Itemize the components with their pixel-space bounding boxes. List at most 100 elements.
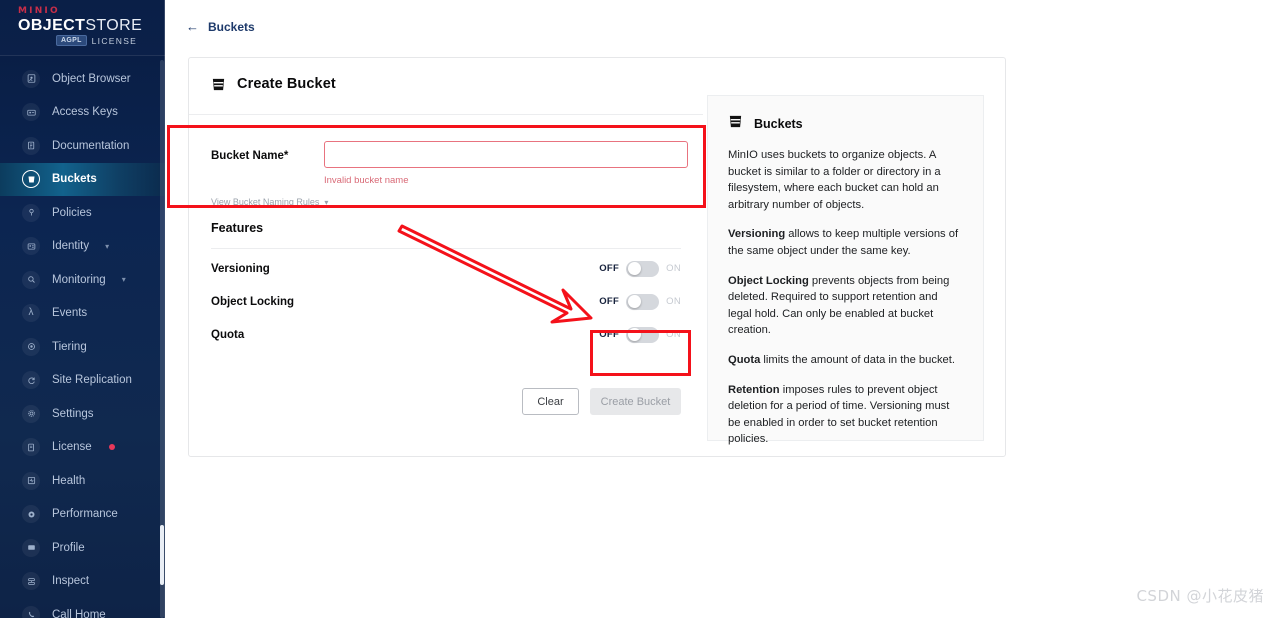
clear-button[interactable]: Clear [522,388,579,415]
sidebar-item-site-replication[interactable]: Site Replication [0,364,165,398]
call-home-icon [22,605,40,618]
bucket-icon [211,77,226,92]
help-paragraph-object-locking: Object Locking prevents objects from bei… [728,273,963,339]
create-bucket-card: Create Bucket Bucket Name* Invalid bucke… [188,57,1006,457]
brand-logo[interactable]: MINIO OBJECTSTORE AGPL LICENSE [0,0,165,55]
features-divider [211,248,681,249]
sidebar-item-performance[interactable]: Performance [0,498,165,532]
sidebar-item-health[interactable]: Health [0,464,165,498]
main-content: ← Buckets Create Bucket Bucket Name* Inv… [165,0,1280,618]
brand-minio-text: MINIO [18,6,60,16]
sidebar-item-label: Access Keys [52,106,118,119]
sidebar-item-call-home[interactable]: Call Home [0,598,165,618]
site-replication-icon [22,371,40,390]
profile-icon [22,538,40,557]
sidebar-item-label: Profile [52,541,85,554]
sidebar-item-buckets[interactable]: Buckets [0,162,165,196]
sidebar-item-label: Monitoring [52,273,106,286]
documentation-icon [22,136,40,155]
help-term: Versioning [728,228,786,241]
sidebar: MINIO OBJECTSTORE AGPL LICENSE Object Br… [0,0,165,618]
bucket-name-control: Invalid bucket name [324,141,703,186]
license-label: LICENSE [91,35,138,46]
help-panel: Buckets MinIO uses buckets to organize o… [707,95,984,445]
sidebar-item-license[interactable]: License [0,431,165,465]
sidebar-item-label: Policies [52,206,92,219]
breadcrumb[interactable]: ← Buckets [165,0,255,34]
object-locking-toggle[interactable] [626,293,660,310]
sidebar-item-label: Buckets [52,173,97,186]
features-heading: Features [211,221,264,235]
performance-icon [22,505,40,524]
toggle-off-label: OFF [599,329,620,340]
sidebar-item-inspect[interactable]: Inspect [0,565,165,599]
sidebar-item-label: Health [52,474,86,487]
sidebar-item-label: Site Replication [52,374,132,387]
sidebar-item-label: Inspect [52,575,90,588]
sidebar-item-label: Identity [52,240,90,253]
create-bucket-form: Bucket Name* Invalid bucket name View Bu… [189,114,703,348]
license-alert-dot [108,444,115,451]
sidebar-item-label: Performance [52,508,118,521]
chevron-down-icon[interactable]: ▾ [105,242,109,251]
tiering-icon [22,337,40,356]
quota-toggle[interactable] [626,326,660,343]
sidebar-item-settings[interactable]: Settings [0,397,165,431]
inspect-icon [22,572,40,591]
toggle-on-label: ON [666,263,681,274]
sidebar-item-tiering[interactable]: Tiering [0,330,165,364]
quota-toggle-group[interactable]: OFF ON [599,326,681,343]
create-bucket-button[interactable]: Create Bucket [590,388,681,415]
identity-icon [22,237,40,256]
sidebar-item-object-browser[interactable]: Object Browser [0,62,165,96]
bucket-icon [728,114,743,134]
sidebar-item-label: Call Home [52,608,106,618]
bucket-name-error: Invalid bucket name [324,175,409,186]
help-paragraph-versioning: Versioning allows to keep multiple versi… [728,226,963,259]
feature-label: Object Locking [211,295,295,308]
bucket-name-input[interactable] [324,141,688,168]
object-browser-icon [22,69,40,88]
access-keys-icon [22,103,40,122]
sidebar-item-label: Object Browser [52,72,131,85]
policies-icon [22,203,40,222]
sidebar-item-profile[interactable]: Profile [0,531,165,565]
versioning-toggle-group[interactable]: OFF ON [599,260,681,277]
lambda-icon: λ [22,304,40,323]
view-bucket-naming-rules-link[interactable]: View Bucket Naming Rules ▾ [211,197,328,207]
back-arrow-icon[interactable]: ← [186,20,199,33]
bucket-icon [22,170,40,189]
sidebar-item-events[interactable]: λ Events [0,297,165,331]
help-text: MinIO uses buckets to organize objects. … [728,149,941,211]
chevron-down-icon[interactable]: ▾ [122,275,126,284]
sidebar-item-monitoring[interactable]: Monitoring ▾ [0,263,165,297]
toggle-knob [627,262,641,275]
help-paragraph-intro: MinIO uses buckets to organize objects. … [728,147,963,213]
help-header: Buckets [728,114,963,134]
brand-object-store-text: OBJECTSTORE [18,17,165,34]
versioning-toggle[interactable] [626,260,660,277]
toggle-on-label: ON [666,296,681,307]
chevron-down-icon[interactable]: ▾ [324,198,328,207]
agpl-badge: AGPL [56,35,87,46]
feature-row-versioning: Versioning OFF ON [189,255,703,282]
watermark: CSDN @小花皮猪 [1136,587,1264,605]
toggle-on-label: ON [666,329,681,340]
toggle-knob [627,295,641,308]
sidebar-item-access-keys[interactable]: Access Keys [0,96,165,130]
object-locking-toggle-group[interactable]: OFF ON [599,293,681,310]
sidebar-item-label: License [52,441,92,454]
brand-store-word: STORE [85,17,143,34]
monitoring-icon [22,270,40,289]
page-title: Create Bucket [237,76,336,92]
toggle-off-label: OFF [599,263,620,274]
sidebar-item-documentation[interactable]: Documentation [0,129,165,163]
sidebar-item-identity[interactable]: Identity ▾ [0,230,165,264]
health-icon [22,471,40,490]
brand-object-word: OBJECT [18,17,86,34]
help-term: Retention [728,383,780,396]
card-header: Create Bucket [189,58,1005,92]
sidebar-item-policies[interactable]: Policies [0,196,165,230]
help-text: limits the amount of data in the bucket. [760,353,955,366]
help-term: Object Locking [728,274,809,287]
